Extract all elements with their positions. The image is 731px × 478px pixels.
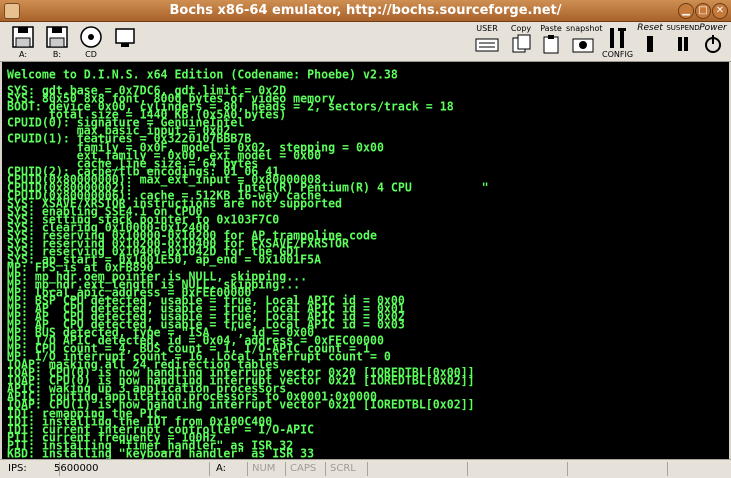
floppy-a-button[interactable]: A: (8, 24, 38, 60)
suspend-button[interactable]: SUSPEND (666, 24, 700, 60)
window-title: Bochs x86-64 emulator, http://bochs.sour… (169, 3, 562, 18)
snapshot-button[interactable]: snapshot (566, 24, 603, 60)
reset-icon (647, 36, 653, 52)
status-cell-empty-3 (568, 462, 668, 476)
power-icon (705, 35, 721, 53)
snapshot-label: snapshot (566, 24, 603, 33)
drive-indicator: A: (212, 462, 248, 476)
emulator-screen[interactable]: Welcome to D.I.N.S. x64 Edition (Codenam… (2, 62, 729, 459)
boot-icon (115, 28, 135, 47)
suspend-icon (678, 37, 688, 51)
paste-label: Paste (540, 24, 562, 33)
floppy-a-icon (12, 26, 34, 48)
copy-label: Copy (510, 24, 532, 33)
boot-button[interactable] (110, 24, 140, 60)
suspend-label: SUSPEND (666, 24, 700, 32)
maximize-icon: □ (698, 5, 708, 16)
ips-value: 5600000 (50, 462, 210, 476)
close-button[interactable]: ✕ (712, 3, 728, 19)
copy-icon (512, 34, 531, 53)
num-lock-indicator: NUM (248, 462, 286, 476)
close-icon: ✕ (715, 5, 725, 16)
power-button[interactable]: Power (698, 24, 728, 60)
scroll-lock-indicator: SCRL (326, 462, 368, 476)
status-bar: IPS: 5600000 A: NUM CAPS SCRL (0, 459, 731, 478)
cdrom-button[interactable]: CD (76, 24, 106, 60)
config-button[interactable]: CONFIG (602, 24, 634, 60)
cdrom-label: CD (85, 50, 97, 59)
wrench-icon (610, 28, 626, 48)
maximize-button[interactable]: □ (695, 3, 711, 19)
paste-icon (543, 35, 559, 54)
floppy-b-icon (46, 26, 68, 48)
console-line: Welcome to D.I.N.S. x64 Edition (Codenam… (7, 66, 398, 82)
console-line: KBD: installing "keyboard_handler" as IS… (7, 445, 315, 459)
paste-button[interactable]: Paste (538, 24, 564, 60)
keyboard-icon (475, 38, 499, 52)
user-label: USER (476, 24, 498, 33)
floppy-a-label: A: (18, 50, 28, 59)
status-cell-empty-1 (368, 462, 468, 476)
floppy-b-button[interactable]: B: (42, 24, 72, 60)
floppy-b-label: B: (52, 50, 62, 59)
config-label: CONFIG (602, 50, 634, 59)
reset-label: Reset (637, 23, 663, 33)
minimize-icon: ▁ (682, 5, 690, 16)
cdrom-icon (80, 26, 102, 48)
copy-button[interactable]: Copy (508, 24, 534, 60)
window-titlebar[interactable]: Bochs x86-64 emulator, http://bochs.sour… (0, 0, 731, 22)
status-cell-empty-2 (468, 462, 568, 476)
bochs-toolbar: A: B: CD USER Copy Paste snapshot CONFIG… (0, 22, 731, 62)
reset-button[interactable]: Reset (634, 24, 666, 60)
caps-lock-indicator: CAPS (286, 462, 326, 476)
camera-icon (572, 38, 594, 53)
user-button[interactable]: USER (472, 24, 502, 60)
minimize-button[interactable]: ▁ (678, 3, 694, 19)
power-label: Power (699, 23, 727, 33)
